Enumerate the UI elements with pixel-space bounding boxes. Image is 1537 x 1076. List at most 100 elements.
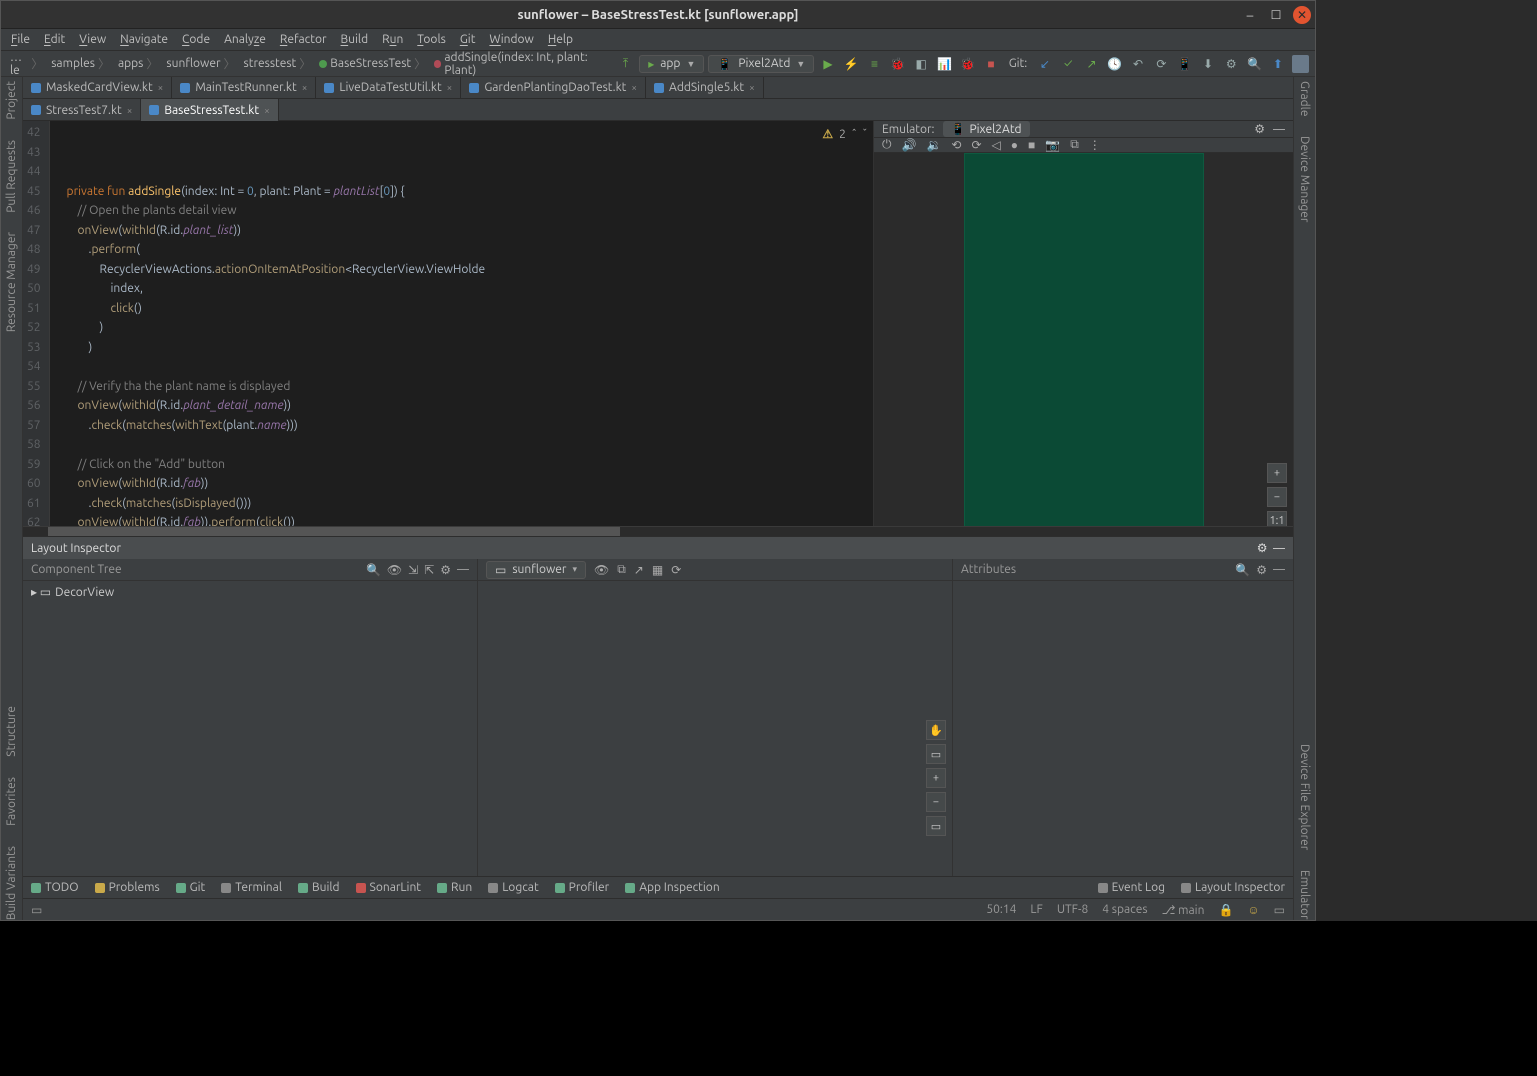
menu-view[interactable]: View: [79, 33, 106, 46]
editor-tab[interactable]: MaskedCardView.kt×: [23, 77, 172, 99]
crumb[interactable]: stresstest〉: [241, 55, 315, 72]
rotate-right-icon[interactable]: ⟳: [971, 138, 981, 152]
tree-hide-icon[interactable]: —: [457, 563, 469, 577]
memory-indicator-icon[interactable]: ☺: [1247, 903, 1259, 917]
attrs-settings-icon[interactable]: ⚙: [1256, 563, 1267, 577]
status-indent[interactable]: 4 spaces: [1102, 903, 1147, 916]
editor-tab[interactable]: GardenPlantingDaoTest.kt×: [461, 77, 646, 99]
tool-build-variants[interactable]: Build Variants: [5, 846, 18, 920]
next-highlight-icon[interactable]: ˇ: [862, 125, 867, 145]
editor-tab[interactable]: LiveDataTestUtil.kt×: [316, 77, 461, 99]
volume-up-icon[interactable]: 🔊: [902, 138, 917, 152]
inspector-canvas[interactable]: ✋ ▭ + − ▭: [478, 581, 952, 876]
zoom-reset-button[interactable]: 1:1: [1267, 511, 1287, 526]
more-icon[interactable]: ⋮: [1089, 138, 1101, 152]
tree-expand-icon[interactable]: ⇲: [408, 563, 418, 577]
inspection-badge[interactable]: ⚠2 ˆ ˇ: [822, 125, 867, 145]
maximize-button[interactable]: ☐: [1267, 6, 1285, 24]
tool-build[interactable]: Build: [298, 881, 340, 894]
debug-button[interactable]: 🐞: [888, 54, 907, 74]
menu-build[interactable]: Build: [341, 33, 369, 46]
menu-file[interactable]: File: [11, 33, 30, 46]
crumb[interactable]: BaseStressTest〉: [316, 55, 429, 72]
status-caret[interactable]: 50:14: [986, 903, 1016, 916]
settings-button[interactable]: ⚙: [1222, 54, 1241, 74]
inspector-overlay-icon[interactable]: ▦: [652, 563, 663, 577]
crumb[interactable]: samples〉: [48, 55, 113, 72]
editor-scrollbar[interactable]: [23, 526, 1293, 536]
tool-pull-requests[interactable]: Pull Requests: [5, 140, 18, 213]
close-tab-icon[interactable]: ×: [447, 82, 453, 93]
code-editor[interactable]: 4243444546474849505152535455565758596061…: [23, 121, 873, 526]
run-config-dropdown[interactable]: ▸app▼: [639, 55, 704, 73]
build-button[interactable]: ⤒: [616, 54, 635, 74]
minimize-button[interactable]: ‒: [1241, 6, 1259, 24]
emulator-device-tab[interactable]: 📱 Pixel2Atd: [943, 121, 1030, 137]
git-commit-button[interactable]: ✓: [1059, 54, 1078, 74]
close-tab-icon[interactable]: ×: [264, 105, 270, 116]
crumb[interactable]: sunflower〉: [163, 55, 238, 72]
menu-window[interactable]: Window: [489, 33, 533, 46]
attrs-hide-icon[interactable]: —: [1273, 563, 1285, 577]
attrs-search-icon[interactable]: 🔍: [1235, 563, 1250, 577]
inspector-snapshot-icon[interactable]: ⧉: [617, 563, 626, 577]
menu-help[interactable]: Help: [548, 33, 573, 46]
menu-edit[interactable]: Edit: [44, 33, 65, 46]
device-dropdown[interactable]: 📱Pixel2Atd▼: [708, 55, 814, 73]
crumb[interactable]: apps〉: [115, 55, 161, 72]
sync-project-button[interactable]: ⬆: [1268, 54, 1287, 74]
tree-search-icon[interactable]: 🔍: [366, 563, 381, 577]
rotate-left-icon[interactable]: ⟲: [951, 138, 961, 152]
stop-button[interactable]: ■: [981, 54, 1000, 74]
tree-root[interactable]: ▸ ▭ DecorView: [31, 585, 469, 599]
tree-collapse-icon[interactable]: ⇱: [424, 563, 434, 577]
menu-tools[interactable]: Tools: [417, 33, 446, 46]
user-avatar[interactable]: [1292, 55, 1309, 73]
tool-profiler[interactable]: Profiler: [555, 881, 610, 894]
crumb[interactable]: addSingle(index: Int, plant: Plant): [431, 51, 608, 77]
overview-icon[interactable]: ■: [1028, 138, 1035, 152]
status-encoding[interactable]: UTF-8: [1057, 903, 1088, 916]
menu-refactor[interactable]: Refactor: [280, 33, 327, 46]
tool-resource-manager[interactable]: Resource Manager: [5, 232, 18, 332]
emulator-screen[interactable]: + − 1:1 ▭: [874, 153, 1293, 526]
tool-event-log[interactable]: Event Log: [1098, 881, 1165, 894]
tool-layout-inspector[interactable]: Layout Inspector: [1181, 881, 1285, 894]
close-tab-icon[interactable]: ×: [158, 82, 164, 93]
inspector-refresh-icon[interactable]: ⟳: [671, 563, 681, 577]
sync-button[interactable]: ⟳: [1152, 54, 1171, 74]
tool-device-file-explorer[interactable]: Device File Explorer: [1298, 744, 1311, 850]
profile-button[interactable]: 📊: [935, 54, 954, 74]
apply-changes-button[interactable]: ⚡: [842, 54, 861, 74]
close-button[interactable]: ✕: [1293, 6, 1311, 24]
screenshot-icon[interactable]: 📷: [1045, 138, 1060, 152]
tree-settings-icon[interactable]: ⚙: [440, 563, 451, 577]
editor-tab[interactable]: MainTestRunner.kt×: [172, 77, 316, 99]
menu-run[interactable]: Run: [382, 33, 403, 46]
sdk-button[interactable]: ⬇: [1198, 54, 1217, 74]
tool-git[interactable]: Git: [176, 881, 206, 894]
zoom-fit-button[interactable]: ▭: [926, 816, 946, 836]
tool-logcat[interactable]: Logcat: [488, 881, 538, 894]
menu-git[interactable]: Git: [460, 33, 476, 46]
apply-code-button[interactable]: ≡: [865, 54, 884, 74]
inspector-live-icon[interactable]: 👁: [594, 563, 609, 577]
editor-tab[interactable]: BaseStressTest.kt×: [141, 99, 278, 121]
emulator-settings-icon[interactable]: ⚙: [1254, 122, 1265, 136]
back-icon[interactable]: ◁: [992, 138, 1001, 152]
editor-tab[interactable]: StressTest7.kt×: [23, 99, 141, 121]
inspector-settings-icon[interactable]: ⚙: [1257, 542, 1268, 555]
git-update-button[interactable]: ↙: [1035, 54, 1054, 74]
inspector-process-dropdown[interactable]: ▭ sunflower ▾: [486, 561, 586, 579]
menu-code[interactable]: Code: [182, 33, 210, 46]
zoom-in-button[interactable]: +: [926, 768, 946, 788]
tool-structure[interactable]: Structure: [5, 706, 18, 757]
close-tab-icon[interactable]: ×: [749, 82, 755, 93]
tool-run[interactable]: Run: [437, 881, 472, 894]
zoom-in-button[interactable]: +: [1267, 463, 1287, 483]
tool-gradle[interactable]: Gradle: [1298, 81, 1311, 116]
tool-emulator[interactable]: Emulator: [1298, 870, 1311, 920]
zoom-out-button[interactable]: −: [926, 792, 946, 812]
tool-project[interactable]: Project: [5, 81, 18, 120]
status-hint-icon[interactable]: ▭: [31, 903, 42, 917]
